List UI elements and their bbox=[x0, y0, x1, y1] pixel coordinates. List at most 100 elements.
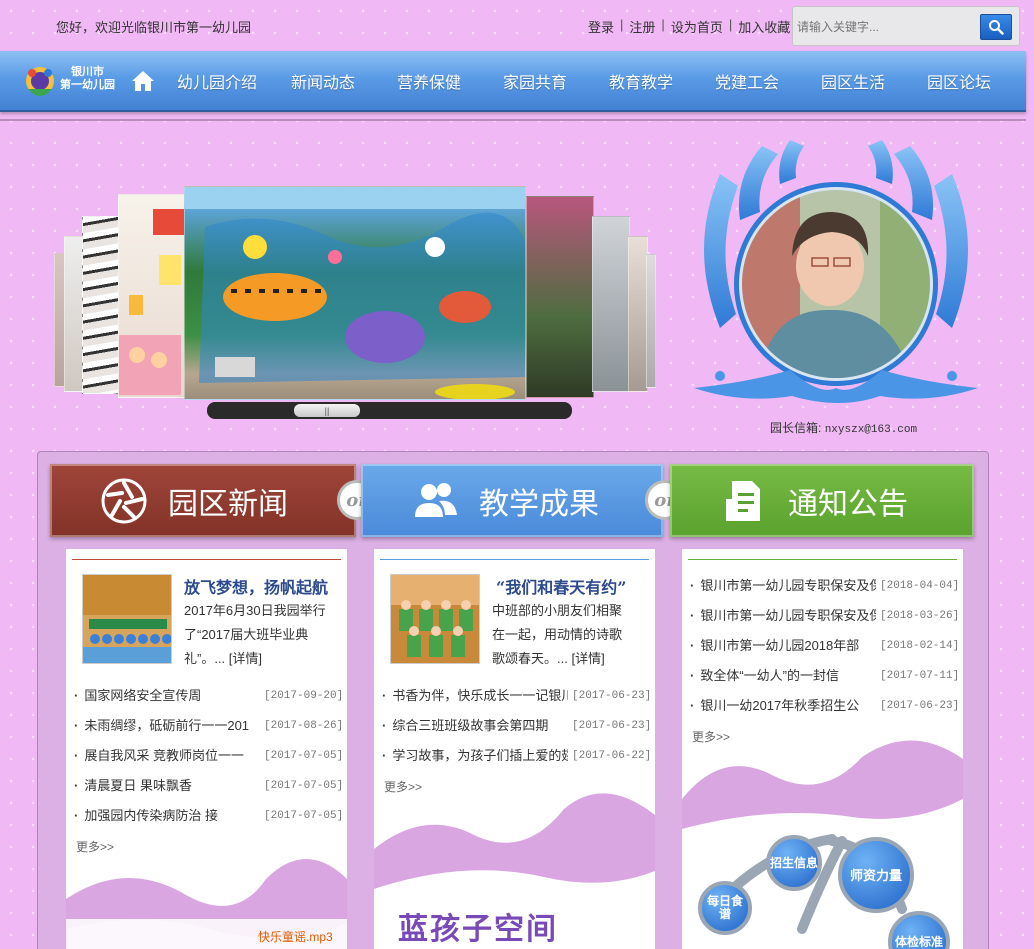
list-item[interactable]: 学习故事，为孩子们插上爱的翅 [2017-06-22] bbox=[382, 741, 651, 771]
list-item[interactable]: 未雨绸缪，砥砺前行一一201 [2017-08-26] bbox=[74, 711, 343, 741]
list-item[interactable]: 银川一幼2017年秋季招生公 [2017-06-23] bbox=[690, 691, 959, 721]
principal-frame bbox=[694, 140, 978, 403]
bubble-enrollment[interactable]: 招生信息 bbox=[766, 835, 822, 891]
nav-kindergarten-intro[interactable]: 幼儿园介绍 bbox=[177, 69, 257, 93]
news-item-date: [2017-07-05] bbox=[264, 780, 344, 792]
list-item[interactable]: 致全体“一幼人”的一封信 [2017-07-11] bbox=[690, 661, 959, 691]
notice-item-title[interactable]: 银川市第一幼儿园2018年部 bbox=[690, 631, 876, 661]
news-item-title[interactable]: 展自我风采 竞教师岗位一一 bbox=[74, 741, 260, 771]
carousel-scrollbar[interactable]: || bbox=[207, 402, 572, 419]
notice-item-date: [2017-07-11] bbox=[880, 670, 960, 682]
column-accent-line bbox=[688, 559, 957, 560]
list-item[interactable]: 综合三班班级故事会第四期 [2017-06-23] bbox=[382, 711, 651, 741]
list-item[interactable]: 加强园内传染病防治 接 [2017-07-05] bbox=[74, 801, 343, 831]
carousel-slide[interactable] bbox=[526, 196, 594, 398]
bubble-faculty[interactable]: 师资力量 bbox=[838, 837, 914, 913]
news-item-title[interactable]: 未雨绸缪，砥砺前行一一201 bbox=[74, 711, 260, 741]
nav-forum[interactable]: 园区论坛 bbox=[927, 69, 991, 93]
list-item[interactable]: 银川市第一幼儿园专职保安及保 [2018-03-26] bbox=[690, 601, 959, 631]
list-item[interactable]: 书香为伴，快乐成长一一记银川 [2017-06-23] bbox=[382, 681, 651, 711]
news-column: 放飞梦想，扬帆起航 2017年6月30日我园举行了“2017届大班毕业典礼”。.… bbox=[66, 549, 347, 949]
logo[interactable]: 银川市 第一幼儿园 bbox=[20, 59, 116, 103]
news-feature-more-link[interactable]: [详情] bbox=[229, 651, 262, 666]
add-favorite-link[interactable]: 加入收藏 bbox=[738, 17, 790, 36]
carousel-slide[interactable] bbox=[646, 254, 656, 388]
news-feature-image[interactable] bbox=[82, 574, 172, 664]
column-accent-line bbox=[380, 559, 649, 560]
nav-party-union[interactable]: 党建工会 bbox=[715, 69, 779, 93]
top-bar: 您好，欢迎光临银川市第一幼儿园 登录 | 注册 | 设为首页 | 加入收藏 bbox=[0, 0, 1034, 50]
classroom-photo bbox=[119, 209, 187, 395]
music-player-link[interactable]: 快乐童谣.mp3 bbox=[258, 928, 333, 945]
list-item[interactable]: 银川市第一幼儿园2018年部 [2018-02-14] bbox=[690, 631, 959, 661]
tab-campus-news[interactable]: 园区新闻 bbox=[50, 464, 356, 537]
principal-mailbox[interactable]: 园长信箱: nxyszx@163.com bbox=[770, 419, 917, 436]
search-input[interactable] bbox=[797, 13, 977, 40]
carousel-slide-active[interactable] bbox=[184, 186, 526, 400]
news-item-title[interactable]: 国家网络安全宣传周 bbox=[74, 681, 260, 711]
search-button[interactable] bbox=[980, 14, 1012, 40]
teaching-item-title[interactable]: 学习故事，为孩子们插上爱的翅 bbox=[382, 741, 568, 771]
register-link[interactable]: 注册 bbox=[629, 17, 655, 36]
logo-text: 银川市 第一幼儿园 bbox=[60, 66, 115, 92]
logo-line2: 第一幼儿园 bbox=[60, 79, 115, 91]
bubble-daily-menu[interactable]: 每日食谱 bbox=[698, 881, 752, 935]
top-links: 登录 | 注册 | 设为首页 | 加入收藏 bbox=[588, 17, 790, 36]
nav-education[interactable]: 教育教学 bbox=[609, 69, 673, 93]
notice-item-title[interactable]: 银川市第一幼儿园专职保安及保 bbox=[690, 601, 876, 631]
separator: | bbox=[620, 17, 624, 32]
nav-campus-life[interactable]: 园区生活 bbox=[821, 69, 885, 93]
notice-item-date: [2018-03-26] bbox=[880, 610, 960, 622]
logo-emblem-icon bbox=[26, 67, 54, 96]
carousel-slide[interactable] bbox=[82, 216, 122, 394]
tab-teaching-results[interactable]: 教学成果 bbox=[361, 464, 663, 537]
carousel-scroll-thumb[interactable]: || bbox=[294, 404, 360, 417]
document-icon bbox=[726, 480, 760, 521]
list-item[interactable]: 展自我风采 竞教师岗位一一 [2017-07-05] bbox=[74, 741, 343, 771]
search-icon bbox=[989, 20, 1004, 35]
news-item-date: [2017-09-20] bbox=[264, 690, 344, 702]
teaching-item-title[interactable]: 综合三班班级故事会第四期 bbox=[382, 711, 568, 741]
teaching-feature-desc: 中班部的小朋友们相聚在一起，用动情的诗歌歌颂春天。... [详情] bbox=[492, 599, 634, 671]
notice-item-title[interactable]: 银川一幼2017年秋季招生公 bbox=[690, 691, 876, 721]
list-item[interactable]: 国家网络安全宣传周 [2017-09-20] bbox=[74, 681, 343, 711]
home-icon[interactable] bbox=[131, 70, 155, 92]
notice-item-title[interactable]: 银川市第一幼儿园专职保安及保 bbox=[690, 571, 876, 601]
kids-space-banner[interactable]: 蓝孩子空间 bbox=[398, 904, 558, 948]
news-feature-title[interactable]: 放飞梦想，扬帆起航 bbox=[184, 574, 328, 598]
teaching-feature-title[interactable]: “我们和春天有约” bbox=[496, 574, 626, 598]
divider bbox=[0, 119, 1026, 121]
wall-mural-photo bbox=[185, 187, 525, 399]
teaching-feature-more-link[interactable]: [详情] bbox=[571, 651, 604, 666]
principal-email[interactable]: nxyszx@163.com bbox=[825, 424, 917, 436]
column-accent-line bbox=[72, 559, 341, 560]
notice-item-date: [2017-06-23] bbox=[880, 700, 960, 712]
logo-line1: 银川市 bbox=[71, 66, 104, 78]
principal-portrait[interactable] bbox=[680, 138, 992, 413]
carousel-slide[interactable] bbox=[628, 236, 648, 392]
aperture-icon bbox=[101, 478, 147, 523]
teaching-feature-image[interactable] bbox=[390, 574, 480, 664]
tab-notices[interactable]: 通知公告 bbox=[670, 464, 974, 537]
carousel-slide[interactable] bbox=[592, 216, 630, 392]
carousel-slide[interactable] bbox=[118, 194, 188, 398]
news-item-date: [2017-07-05] bbox=[264, 810, 344, 822]
teaching-item-title[interactable]: 书香为伴，快乐成长一一记银川 bbox=[382, 681, 568, 711]
nav-nutrition[interactable]: 营养保健 bbox=[397, 69, 461, 93]
notice-item-title[interactable]: 致全体“一幼人”的一封信 bbox=[690, 661, 876, 691]
nav-news[interactable]: 新闻动态 bbox=[291, 69, 355, 93]
list-item[interactable]: 银川市第一幼儿园专职保安及保 [2018-04-04] bbox=[690, 571, 959, 601]
separator: | bbox=[728, 17, 733, 32]
kids-performance-photo bbox=[391, 575, 479, 663]
separator: | bbox=[661, 17, 665, 32]
news-item-title[interactable]: 清晨夏日 果味飘香 bbox=[74, 771, 260, 801]
login-link[interactable]: 登录 bbox=[588, 17, 614, 36]
teaching-list: 书香为伴，快乐成长一一记银川 [2017-06-23] 综合三班班级故事会第四期 [… bbox=[382, 681, 651, 771]
tab-notices-label: 通知公告 bbox=[788, 487, 908, 521]
list-item[interactable]: 清晨夏日 果味飘香 [2017-07-05] bbox=[74, 771, 343, 801]
set-homepage-link[interactable]: 设为首页 bbox=[671, 17, 723, 36]
notice-item-date: [2018-04-04] bbox=[880, 580, 960, 592]
teaching-column: “我们和春天有约” 中班部的小朋友们相聚在一起，用动情的诗歌歌颂春天。... [… bbox=[374, 549, 655, 949]
news-item-title[interactable]: 加强园内传染病防治 接 bbox=[74, 801, 260, 831]
nav-home-school[interactable]: 家园共育 bbox=[503, 69, 567, 93]
